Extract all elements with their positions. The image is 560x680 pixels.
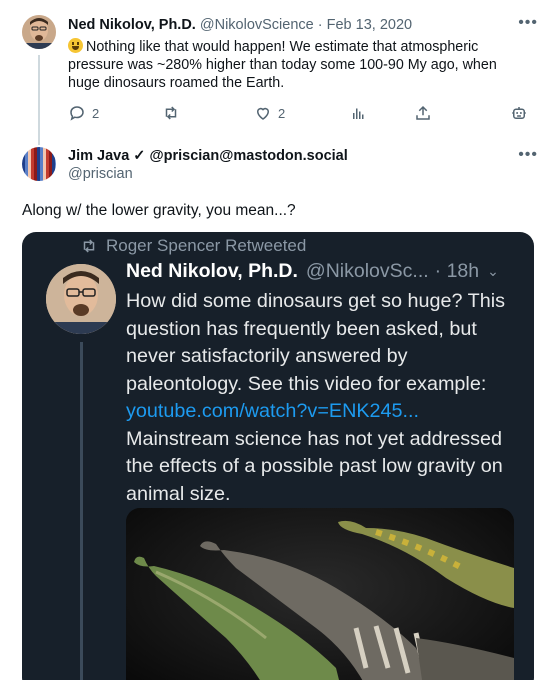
- author-name[interactable]: Ned Nikolov, Ph.D.: [68, 17, 196, 33]
- author-handle[interactable]: @NikolovScience: [200, 17, 314, 33]
- tweet-header: Ned Nikolov, Ph.D. @NikolovScience · Feb…: [68, 17, 412, 33]
- youtube-link: youtube.com/watch?v=ENK245...: [126, 400, 420, 422]
- retweet-indicator: Roger Spencer Retweeted: [80, 236, 306, 256]
- thread-connector: [38, 55, 40, 145]
- dinosaur-thumbnail-image: [126, 508, 514, 680]
- robot-icon: [512, 107, 526, 119]
- analytics-icon: [353, 108, 364, 119]
- embedded-tweet-text: How did some dinosaurs get so huge? This…: [126, 288, 526, 508]
- tweet-date[interactable]: Feb 13, 2020: [327, 17, 412, 33]
- reply-icon: [70, 106, 84, 121]
- thread-connector: [80, 342, 83, 680]
- embedded-screenshot: Roger Spencer Retweeted Ned Nikolov, Ph.…: [22, 232, 534, 680]
- separator: ·: [317, 17, 323, 33]
- retweet-button[interactable]: [162, 104, 180, 122]
- tweet-text: Nothing like that would happen! We estim…: [68, 38, 528, 92]
- embedded-tweet-header: Ned Nikolov, Ph.D. @NikolovSc... · 18h ⌄: [126, 260, 499, 283]
- chevron-down-icon: ⌄: [487, 263, 499, 279]
- bot-button[interactable]: [510, 104, 528, 122]
- author-name[interactable]: Jim Java ✓ @priscian@mastodon.social: [68, 148, 348, 164]
- video-thumbnail: [126, 508, 514, 680]
- retweet-icon: [165, 106, 177, 120]
- embedded-author-name: Ned Nikolov, Ph.D.: [126, 260, 298, 282]
- embedded-time: · 18h: [434, 260, 480, 282]
- retweet-icon: [83, 239, 95, 253]
- like-button[interactable]: 2: [254, 104, 285, 122]
- embedded-text-before-link: How did some dinosaurs get so huge? This…: [126, 290, 505, 395]
- embedded-author-handle: @NikolovSc...: [305, 260, 429, 282]
- more-dots-icon[interactable]: •••: [518, 14, 538, 32]
- avatar-face-icon: [22, 15, 56, 49]
- more-dots-icon[interactable]: •••: [518, 146, 538, 164]
- avatar: [46, 264, 116, 334]
- share-button[interactable]: [414, 104, 432, 122]
- tweet-text-content: Nothing like that would happen! We estim…: [68, 39, 497, 91]
- reply-button[interactable]: 2: [68, 104, 99, 122]
- grinning-emoji-icon: [68, 38, 83, 53]
- retweeted-by: Roger Spencer Retweeted: [106, 236, 307, 255]
- analytics-button[interactable]: [350, 104, 368, 122]
- tweet-actions: 2 2: [68, 104, 538, 126]
- embedded-text-after-link: Mainstream science has not yet addressed…: [126, 427, 503, 505]
- avatar-face-icon: [46, 264, 116, 334]
- like-count: 2: [278, 105, 286, 121]
- heart-icon: [256, 107, 270, 120]
- reply-count: 2: [92, 105, 100, 121]
- tweet-text: Along w/ the lower gravity, you mean...?: [22, 202, 296, 219]
- author-handle[interactable]: @priscian: [68, 166, 133, 182]
- avatar[interactable]: [22, 147, 56, 181]
- avatar[interactable]: [22, 15, 56, 49]
- share-icon: [416, 105, 430, 120]
